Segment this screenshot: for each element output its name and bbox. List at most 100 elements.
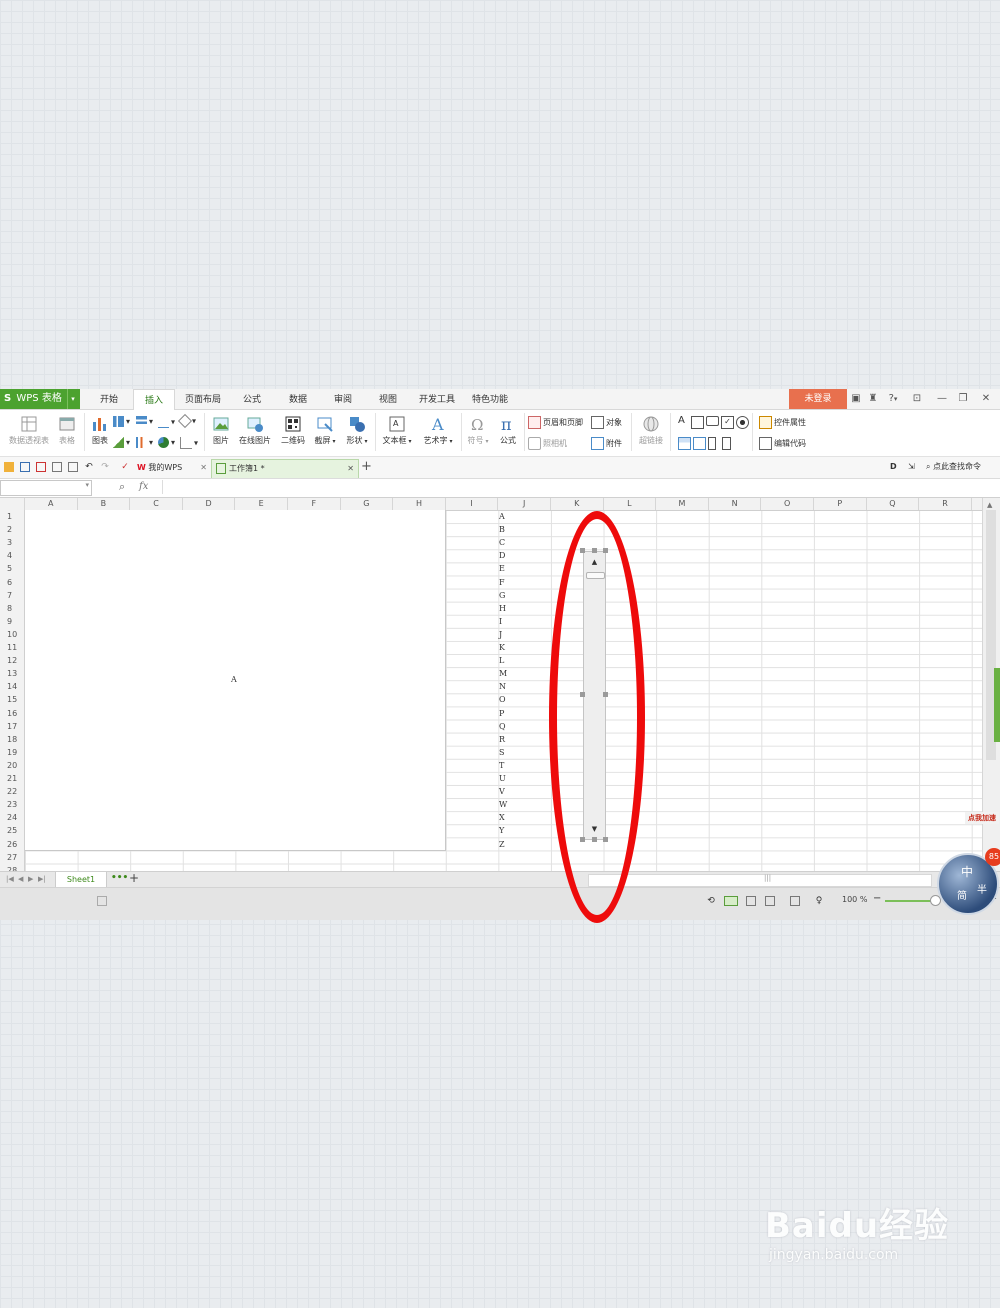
close-icon[interactable]: ✕ xyxy=(979,391,993,407)
form-label-control[interactable]: A xyxy=(678,415,685,426)
radar-chart-dropdown[interactable]: ▾ xyxy=(177,413,196,429)
undo-icon[interactable]: ↶ xyxy=(84,462,94,472)
form-frame-icon[interactable] xyxy=(691,416,706,429)
redo-icon[interactable]: ↷ xyxy=(100,462,110,472)
backup-icon[interactable]: ⟲ xyxy=(706,896,716,906)
workbook-tab[interactable]: 工作簿1 * ✕ xyxy=(211,459,359,478)
row-header-11[interactable]: 11 xyxy=(0,641,24,654)
cell-j10[interactable]: J xyxy=(499,628,511,641)
tab-insert[interactable]: 插入 xyxy=(133,389,175,410)
row-header-8[interactable]: 8 xyxy=(0,602,24,615)
tab-special-features[interactable]: 特色功能 xyxy=(466,389,514,409)
column-header-f[interactable]: F xyxy=(288,498,341,510)
column-header-j[interactable]: J xyxy=(498,498,551,510)
area-chart-dropdown[interactable]: ▾ xyxy=(113,437,130,448)
cell-j15[interactable]: O xyxy=(499,693,511,706)
cell-j14[interactable]: N xyxy=(499,680,511,693)
row-header-23[interactable]: 23 xyxy=(0,798,24,811)
bar-chart-dropdown[interactable]: ▾ xyxy=(136,416,153,427)
scroll-up-icon[interactable]: ▲ xyxy=(987,501,992,509)
side-panel-toggle[interactable] xyxy=(994,668,1000,742)
qrcode-button[interactable]: 二维码 xyxy=(279,415,307,446)
tab-formulas[interactable]: 公式 xyxy=(234,389,270,409)
column-header-k[interactable]: K xyxy=(551,498,604,510)
cell-j12[interactable]: L xyxy=(499,654,511,667)
cell-j23[interactable]: W xyxy=(499,798,511,811)
cell-j4[interactable]: D xyxy=(499,549,511,562)
column-header-c[interactable]: C xyxy=(130,498,183,510)
cell-j21[interactable]: U xyxy=(499,772,511,785)
column-header-o[interactable]: O xyxy=(761,498,814,510)
zoom-level[interactable]: 100 % xyxy=(842,895,867,904)
share-icon[interactable]: ⇲ xyxy=(908,462,918,472)
form-radio-icon[interactable] xyxy=(736,416,751,429)
next-sheet-icon[interactable]: ▶ xyxy=(28,875,33,883)
zoom-slider[interactable] xyxy=(885,900,933,902)
header-footer-button[interactable]: 页眉和页脚 xyxy=(528,416,583,429)
sheet-grid[interactable]: ABCDEFGHIJKLMNOPQR 1 2 3 4 5 6 7 8 9 10 11 12 13 14 15… xyxy=(0,498,982,871)
sheet-tab-sheet1[interactable]: Sheet1 xyxy=(55,872,107,887)
app-menu-button[interactable]: S WPS 表格 ▾ xyxy=(0,389,80,409)
cell-j1[interactable]: A xyxy=(499,510,511,523)
fx-icon[interactable]: fx xyxy=(139,481,148,492)
cell-j20[interactable]: T xyxy=(499,759,511,772)
cell-j13[interactable]: M xyxy=(499,667,511,680)
row-header-27[interactable]: 27 xyxy=(0,851,24,864)
table-button[interactable]: 表格 xyxy=(55,415,79,446)
prev-sheet-icon[interactable]: ◀ xyxy=(18,875,23,883)
row-header-22[interactable]: 22 xyxy=(0,785,24,798)
picture-button[interactable]: 图片 xyxy=(208,415,234,446)
cell-j18[interactable]: R xyxy=(499,733,511,746)
tab-page-layout[interactable]: 页面布局 xyxy=(180,389,226,409)
column-header-b[interactable]: B xyxy=(78,498,131,510)
minimize-icon[interactable]: — xyxy=(935,391,949,407)
row-header-13[interactable]: 13 xyxy=(0,667,24,680)
pivot-table-button[interactable]: 数据透视表 xyxy=(6,415,52,446)
row-header-21[interactable]: 21 xyxy=(0,772,24,785)
row-header-4[interactable]: 4 xyxy=(0,549,24,562)
chevron-down-icon[interactable]: ▾ xyxy=(85,481,89,489)
tab-view[interactable]: 视图 xyxy=(370,389,406,409)
cell-j9[interactable]: I xyxy=(499,615,511,628)
line-chart-dropdown[interactable]: ▾ xyxy=(158,416,175,428)
symbol-button[interactable]: Ω 符号 ▾ xyxy=(464,415,492,446)
tab-data[interactable]: 数据 xyxy=(280,389,316,409)
row-header-24[interactable]: 24 xyxy=(0,811,24,824)
column-header-q[interactable]: Q xyxy=(867,498,920,510)
tab-developer[interactable]: 开发工具 xyxy=(414,389,460,409)
new-tab-plus-icon[interactable]: + xyxy=(361,459,372,474)
row-header-7[interactable]: 7 xyxy=(0,589,24,602)
form-listbox-icon[interactable] xyxy=(678,437,693,450)
cell-j26[interactable]: Z xyxy=(499,838,511,851)
row-header-12[interactable]: 12 xyxy=(0,654,24,667)
stock-chart-dropdown[interactable]: ▾ xyxy=(136,437,153,448)
row-header-10[interactable]: 10 xyxy=(0,628,24,641)
screenshot-button[interactable]: 截屏 ▾ xyxy=(311,415,339,446)
cell-j24[interactable]: X xyxy=(499,811,511,824)
tab-home[interactable]: 开始 xyxy=(92,389,126,409)
hyperlink-button[interactable]: 超链接 xyxy=(634,415,668,446)
wordart-button[interactable]: A 艺术字 ▾ xyxy=(419,415,457,446)
page-layout-view-icon[interactable] xyxy=(765,896,775,906)
export-pdf-icon[interactable] xyxy=(36,462,46,472)
row-header-17[interactable]: 17 xyxy=(0,720,24,733)
add-sheet-icon[interactable]: + xyxy=(129,871,139,885)
cell-j8[interactable]: H xyxy=(499,602,511,615)
formula-input[interactable] xyxy=(162,480,993,494)
form-button-icon[interactable] xyxy=(706,416,721,426)
column-header-a[interactable]: A xyxy=(25,498,78,510)
reading-mode-icon[interactable] xyxy=(790,896,800,906)
print-icon[interactable] xyxy=(52,462,62,472)
merged-cell-a1-h26[interactable]: A xyxy=(25,510,446,851)
column-header-m[interactable]: M xyxy=(656,498,709,510)
cell-j7[interactable]: G xyxy=(499,589,511,602)
row-header-19[interactable]: 19 xyxy=(0,746,24,759)
zoom-out-icon[interactable]: − xyxy=(873,893,881,904)
column-header-r[interactable]: R xyxy=(919,498,972,510)
save-icon[interactable] xyxy=(20,462,30,472)
row-header-16[interactable]: 16 xyxy=(0,707,24,720)
row-header-5[interactable]: 5 xyxy=(0,562,24,575)
row-header-6[interactable]: 6 xyxy=(0,576,24,589)
open-folder-icon[interactable] xyxy=(4,462,14,472)
login-button[interactable]: 未登录 xyxy=(789,389,847,409)
